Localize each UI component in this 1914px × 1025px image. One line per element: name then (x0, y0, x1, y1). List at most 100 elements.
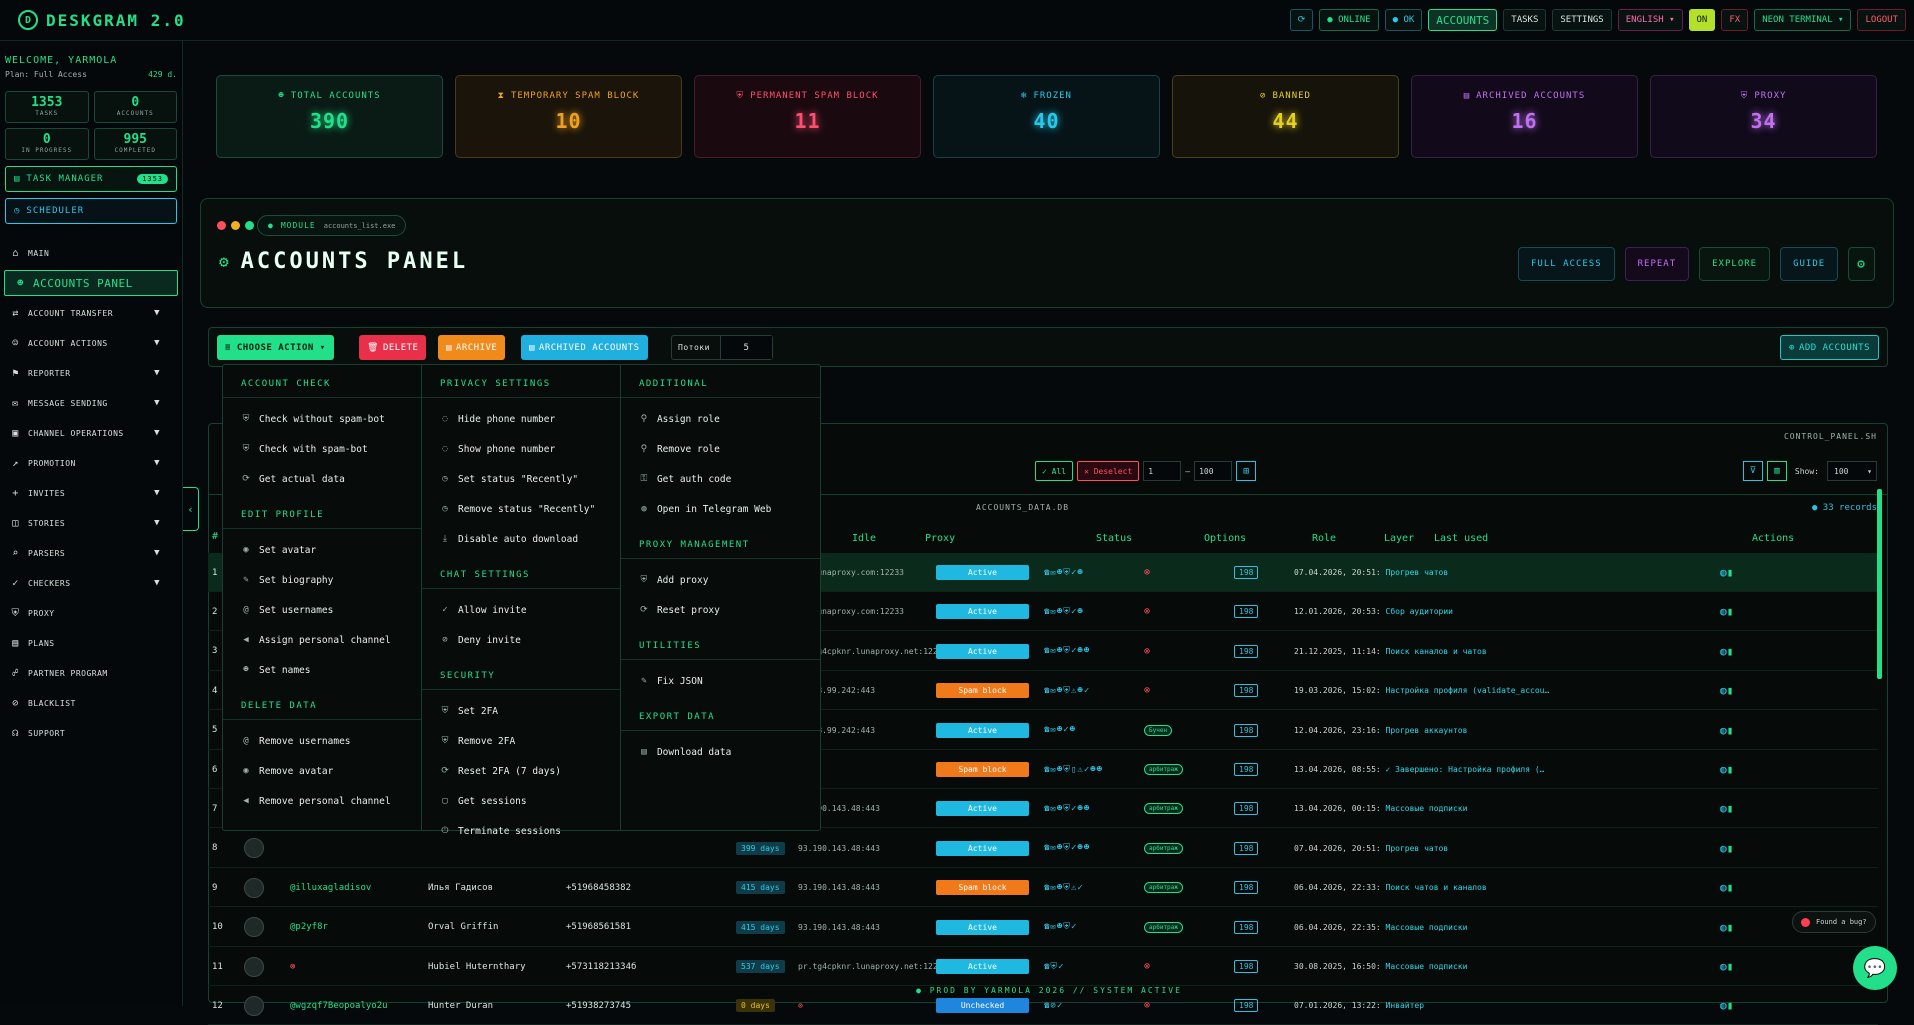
sidebar-item-stories[interactable]: ◫ STORIES ▼ (0, 508, 182, 538)
column-header-actions[interactable]: Actions (1752, 533, 1794, 544)
apply-range-icon[interactable]: ⊞ (1236, 461, 1257, 481)
stats-icon[interactable]: ▮ (1727, 842, 1734, 855)
menu-item-reset-proxy[interactable]: ⟳ Reset proxy (621, 595, 820, 625)
app-logo[interactable]: D DESKGRAM 2.0 (0, 10, 200, 30)
menu-item-show-phone-number[interactable]: ◌ Show phone number (422, 434, 620, 464)
topbar-item-5[interactable]: SETTINGS (1552, 9, 1612, 31)
sidebar-item-promotion[interactable]: ↗ PROMOTION ▼ (0, 448, 182, 478)
card-total-accounts[interactable]: ☻ TOTAL ACCOUNTS 390 (216, 75, 443, 158)
topbar-item-10[interactable]: LOGOUT (1857, 9, 1906, 31)
sidebar-item-channel-operations[interactable]: ▣ CHANNEL OPERATIONS ▼ (0, 418, 182, 448)
chevron-down-icon[interactable]: ▼ (154, 398, 160, 408)
column-header-status[interactable]: Status (1096, 533, 1132, 544)
menu-item-get-actual-data[interactable]: ⟳ Get actual data (223, 464, 421, 494)
stats-icon[interactable]: ▮ (1727, 605, 1734, 618)
menu-item-add-proxy[interactable]: ⛨ Add proxy (621, 565, 820, 595)
topbar-item-9[interactable]: NEON TERMINAL ▾ (1754, 9, 1852, 31)
globe-icon[interactable]: ◍ (1720, 921, 1727, 934)
card-proxy[interactable]: ⛨ PROXY 34 (1650, 75, 1877, 158)
topbar-item-4[interactable]: TASKS (1503, 9, 1547, 31)
menu-item-open-in-telegram-web[interactable]: ◍ Open in Telegram Web (621, 494, 820, 524)
menu-item-assign-personal-channel[interactable]: ◀ Assign personal channel (223, 625, 421, 655)
column-header-idle[interactable]: Idle (852, 533, 876, 544)
sidebar-item-reporter[interactable]: ⚑ REPORTER ▼ (0, 358, 182, 388)
stats-icon[interactable]: ▮ (1727, 566, 1734, 579)
sidebar-item-support[interactable]: ☊ SUPPORT (0, 718, 182, 748)
menu-item-set-names[interactable]: ☻ Set names (223, 655, 421, 685)
menu-item-deny-invite[interactable]: ⊘ Deny invite (422, 625, 620, 655)
topbar-item-1[interactable]: ● ONLINE (1319, 9, 1379, 31)
menu-item-set-status-recently-[interactable]: ◷ Set status "Recently" (422, 464, 620, 494)
menu-item-remove-usernames[interactable]: @ Remove usernames (223, 726, 421, 756)
menu-item-hide-phone-number[interactable]: ◌ Hide phone number (422, 404, 620, 434)
show-select[interactable]: 100 ▾ (1827, 461, 1877, 481)
stats-icon[interactable]: ▮ (1727, 921, 1734, 934)
menu-item-set-avatar[interactable]: ◉ Set avatar (223, 535, 421, 565)
filter-icon[interactable]: ⊽ (1742, 461, 1763, 481)
card-permanent-spam-block[interactable]: ⛨ PERMANENT SPAM BLOCK 11 (694, 75, 921, 158)
topbar-item-6[interactable]: ENGLISH ▾ (1617, 9, 1683, 31)
column-header-layer[interactable]: Layer (1384, 533, 1414, 544)
sidebar-item-account-actions[interactable]: ☺ ACCOUNT ACTIONS ▼ (0, 328, 182, 358)
range-from-input[interactable]: 1 (1143, 461, 1182, 481)
card-banned[interactable]: ⊘ BANNED 44 (1172, 75, 1399, 158)
menu-item-remove-personal-channel[interactable]: ◀ Remove personal channel (223, 786, 421, 816)
select-all-button[interactable]: ✓ All (1035, 461, 1074, 481)
stats-icon[interactable]: ▮ (1727, 802, 1734, 815)
sidebar-item-plans[interactable]: ▤ PLANS (0, 628, 182, 658)
sidebar-item-main[interactable]: ⌂ MAIN (0, 238, 182, 268)
sidebar-item-blacklist[interactable]: ⊘ BLACKLIST (0, 688, 182, 718)
chevron-down-icon[interactable]: ▼ (154, 458, 160, 468)
menu-item-remove-avatar[interactable]: ◉ Remove avatar (223, 756, 421, 786)
settings-gear-icon[interactable]: ⚙ (1848, 247, 1875, 281)
column-header-options[interactable]: Options (1204, 533, 1246, 544)
table-row[interactable]: 9 @illuxagladisov Илья Гадисов +51968458382… (208, 868, 1878, 908)
chevron-down-icon[interactable]: ▼ (154, 578, 160, 588)
stats-icon[interactable]: ▮ (1727, 881, 1734, 894)
task-manager-button[interactable]: ▤ TASK MANAGER 1353 (5, 166, 177, 192)
topbar-item-8[interactable]: FX (1721, 9, 1749, 31)
menu-item-set-usernames[interactable]: @ Set usernames (223, 595, 421, 625)
globe-icon[interactable]: ◍ (1720, 684, 1727, 697)
threads-input[interactable]: 5 (719, 336, 772, 359)
menu-item-disable-auto-download[interactable]: ⤓ Disable auto download (422, 524, 620, 554)
menu-item-remove-role[interactable]: ⚲ Remove role (621, 434, 820, 464)
menu-item-get-auth-code[interactable]: ⚿ Get auth code (621, 464, 820, 494)
guide-button[interactable]: GUIDE (1780, 247, 1839, 281)
stats-icon[interactable]: ▮ (1727, 684, 1734, 697)
topbar-item-2[interactable]: ● OK (1384, 9, 1423, 31)
column-header-role[interactable]: Role (1312, 533, 1336, 544)
card-archived-accounts[interactable]: ▤ ARCHIVED ACCOUNTS 16 (1411, 75, 1638, 158)
topbar-item-3[interactable]: ACCOUNTS (1428, 9, 1498, 31)
menu-item-set-biography[interactable]: ✎ Set biography (223, 565, 421, 595)
range-to-input[interactable]: 100 (1194, 461, 1233, 481)
repeat-button[interactable]: REPEAT (1624, 247, 1690, 281)
chevron-down-icon[interactable]: ▼ (154, 518, 160, 528)
deselect-button[interactable]: ✕ Deselect (1077, 461, 1140, 481)
stats-icon[interactable]: ▮ (1727, 763, 1734, 776)
menu-item-fix-json[interactable]: ✎ Fix JSON (621, 666, 820, 696)
globe-icon[interactable]: ◍ (1720, 960, 1727, 973)
sidebar-item-account-transfer[interactable]: ⇄ ACCOUNT TRANSFER ▼ (0, 298, 182, 328)
sidebar-item-partner-program[interactable]: ☍ PARTNER PROGRAM (0, 658, 182, 688)
sidebar-item-checkers[interactable]: ✓ CHECKERS ▼ (0, 568, 182, 598)
sidebar-item-message-sending[interactable]: ✉ MESSAGE SENDING ▼ (0, 388, 182, 418)
sidebar-item-accounts-panel[interactable]: ☻ ACCOUNTS PANEL (4, 270, 178, 296)
globe-icon[interactable]: ◍ (1720, 842, 1727, 855)
globe-icon[interactable]: ◍ (1720, 881, 1727, 894)
sidebar-item-invites[interactable]: + INVITES ▼ (0, 478, 182, 508)
menu-item-check-with-spam-bot[interactable]: ⛨ Check with spam-bot (223, 434, 421, 464)
menu-item-allow-invite[interactable]: ✓ Allow invite (422, 595, 620, 625)
menu-item-check-without-spam-bot[interactable]: ⛨ Check without spam-bot (223, 404, 421, 434)
stats-icon[interactable]: ▮ (1727, 724, 1734, 737)
menu-item-get-sessions[interactable]: ▢ Get sessions (422, 786, 620, 816)
menu-item-terminate-sessions[interactable]: ⏻ Terminate sessions (422, 816, 620, 846)
menu-item-reset-2fa-7-days-[interactable]: ⟳ Reset 2FA (7 days) (422, 756, 620, 786)
menu-item-remove-2fa[interactable]: ⛨ Remove 2FA (422, 726, 620, 756)
chevron-down-icon[interactable]: ▼ (154, 308, 160, 318)
bug-report-button[interactable]: Found a bug? (1792, 911, 1876, 933)
card-frozen[interactable]: ❄ FROZEN 40 (933, 75, 1160, 158)
explore-button[interactable]: EXPLORE (1699, 247, 1771, 281)
archive-button[interactable]: ▤ ARCHIVE (438, 335, 506, 360)
menu-item-assign-role[interactable]: ⚲ Assign role (621, 404, 820, 434)
